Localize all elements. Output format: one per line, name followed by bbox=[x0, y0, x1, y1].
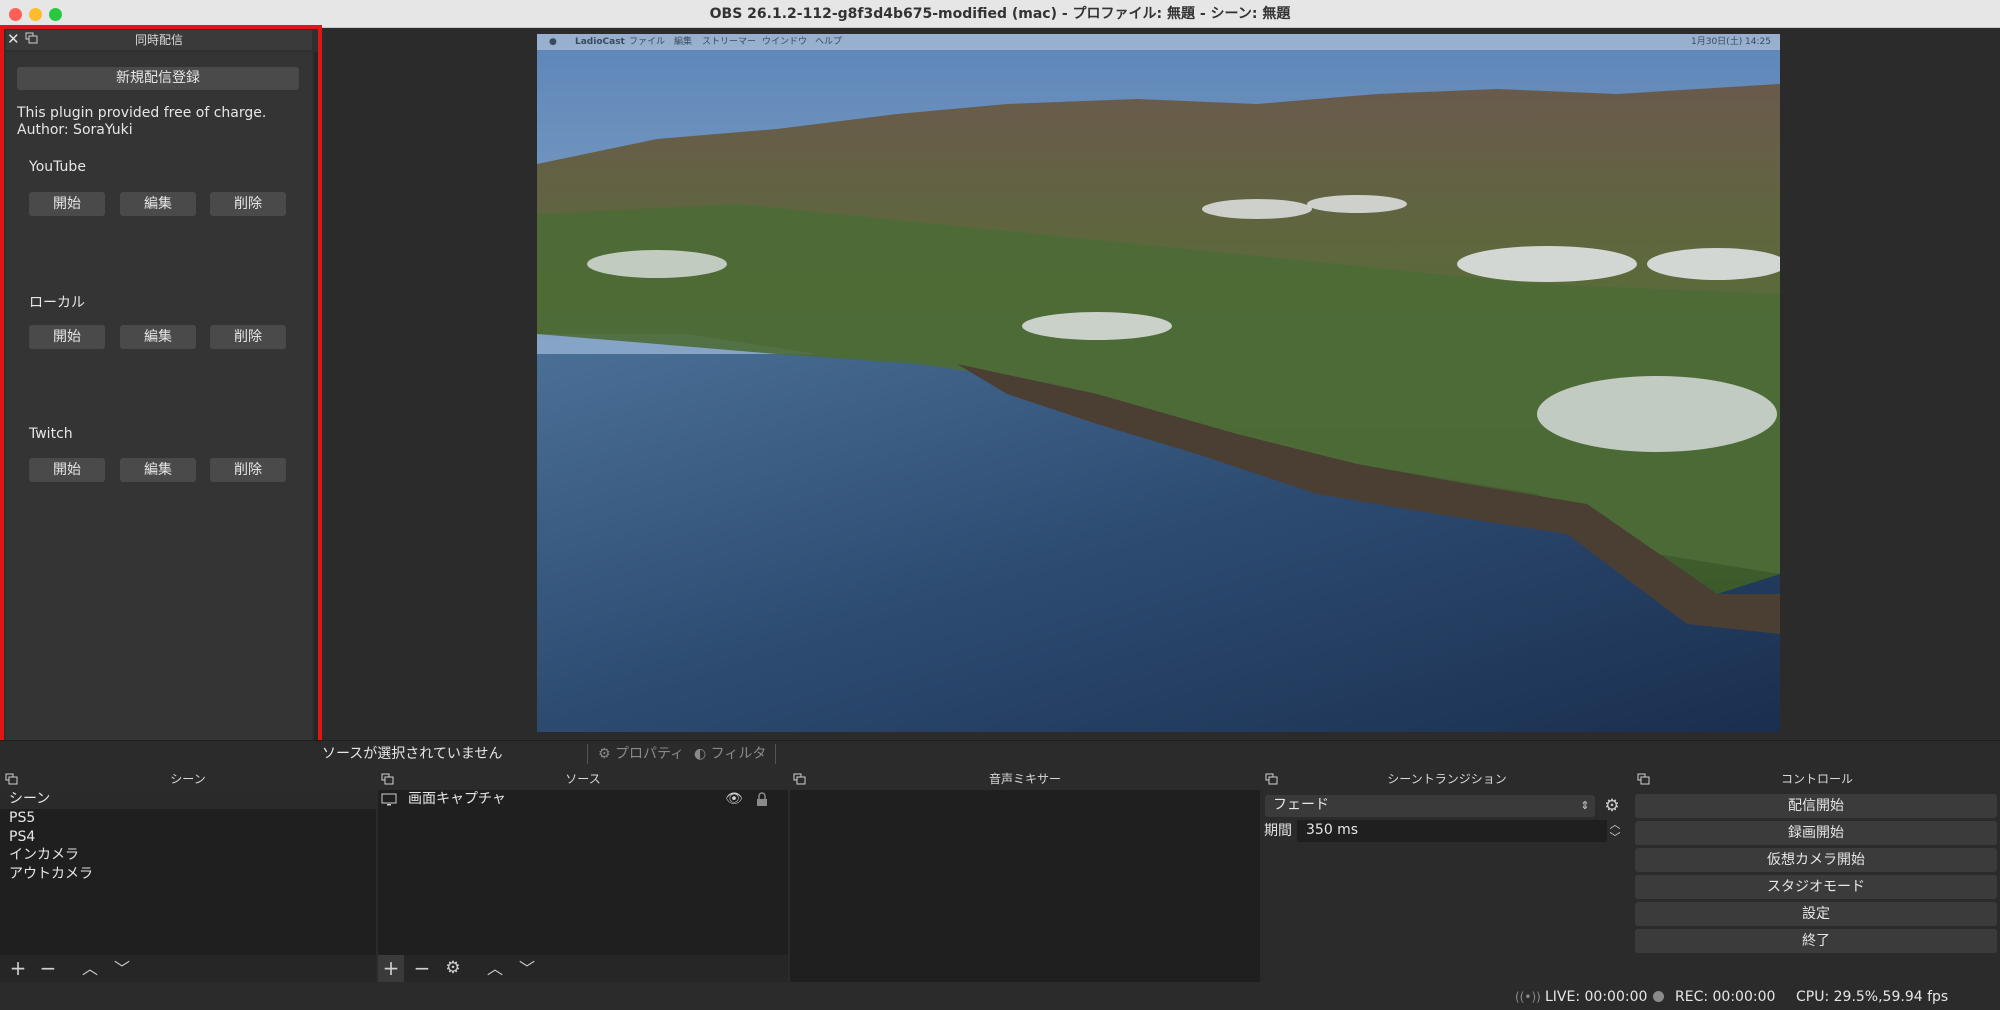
landscape-image bbox=[537, 34, 1780, 732]
exit-button[interactable]: 終了 bbox=[1635, 929, 1997, 953]
chevron-updown-icon: ⇕ bbox=[1580, 799, 1590, 812]
transitions-header: シーントランジション bbox=[1262, 770, 1632, 788]
scene-selected-highlight bbox=[0, 790, 376, 809]
start-virtual-camera-button[interactable]: 仮想カメラ開始 bbox=[1635, 848, 1997, 872]
float-dock-icon[interactable] bbox=[1265, 773, 1278, 785]
eye-icon[interactable]: 👁 bbox=[725, 790, 743, 809]
menubar-item: ヘルプ bbox=[815, 37, 843, 47]
add-icon[interactable]: + bbox=[8, 955, 28, 982]
twitch-start-button[interactable]: 開始 bbox=[29, 458, 105, 482]
source-item[interactable]: 画面キャプチャ bbox=[408, 790, 506, 809]
settings-button[interactable]: 設定 bbox=[1635, 902, 1997, 926]
move-up-icon[interactable]: ︿ bbox=[485, 955, 505, 982]
record-icon bbox=[1653, 991, 1664, 1002]
add-icon[interactable]: + bbox=[378, 955, 404, 982]
start-recording-button[interactable]: 録画開始 bbox=[1635, 821, 1997, 845]
youtube-start-button[interactable]: 開始 bbox=[29, 192, 105, 216]
preview-menubar: ● LadioCast ファイル 編集 ストリーマー ウインドウ ヘルプ 1月3… bbox=[537, 34, 1780, 50]
filters-label: フィルタ bbox=[710, 746, 767, 762]
mixer-panel bbox=[790, 790, 1260, 982]
menubar-clock: 1月30日(土) 14:25 bbox=[1691, 37, 1771, 47]
dock-scrollbar[interactable] bbox=[314, 52, 318, 762]
preview-canvas[interactable] bbox=[537, 34, 1780, 732]
remove-icon[interactable]: − bbox=[412, 955, 432, 982]
float-dock-icon[interactable] bbox=[1637, 773, 1650, 785]
target-name-local: ローカル bbox=[29, 295, 85, 311]
duration-value: 350 ms bbox=[1306, 822, 1359, 838]
gear-icon[interactable]: ⚙ bbox=[1601, 795, 1623, 817]
properties-button[interactable]: ⚙ プロパティ bbox=[598, 740, 684, 768]
menubar-item: ファイル bbox=[629, 37, 666, 47]
scene-item[interactable]: インカメラ bbox=[9, 846, 79, 865]
filter-icon: ◐ bbox=[694, 746, 707, 762]
register-stream-button[interactable]: 新規配信登録 bbox=[17, 67, 299, 90]
start-streaming-button[interactable]: 配信開始 bbox=[1635, 794, 1997, 818]
no-source-label: ソースが選択されていません bbox=[322, 746, 503, 762]
scenes-header: シーン bbox=[0, 770, 376, 788]
properties-label: プロパティ bbox=[615, 746, 685, 762]
rec-timer: REC: 00:00:00 bbox=[1675, 989, 1776, 1005]
menubar-item: ウインドウ bbox=[762, 37, 808, 47]
plugin-info-text: This plugin provided free of charge. bbox=[17, 105, 267, 121]
menubar-item: 編集 bbox=[674, 37, 693, 47]
twitch-delete-button[interactable]: 削除 bbox=[210, 458, 286, 482]
window-title: OBS 26.1.2-112-g8f3d4b675-modified (mac)… bbox=[709, 6, 1291, 22]
scenes-title: シーン bbox=[170, 772, 206, 786]
sources-title: ソース bbox=[565, 772, 601, 786]
local-start-button[interactable]: 開始 bbox=[29, 325, 105, 349]
youtube-delete-button[interactable]: 削除 bbox=[210, 192, 286, 216]
youtube-edit-button[interactable]: 編集 bbox=[120, 192, 196, 216]
transitions-title: シーントランジション bbox=[1387, 772, 1507, 786]
monitor-icon bbox=[381, 793, 397, 806]
broadcast-icon: ((•)) bbox=[1515, 990, 1541, 1004]
float-dock-icon[interactable] bbox=[381, 773, 394, 785]
scene-item[interactable]: シーン bbox=[9, 790, 50, 809]
float-dock-icon[interactable] bbox=[5, 773, 18, 785]
move-up-icon[interactable]: ︿ bbox=[80, 955, 100, 982]
plugin-author-text: Author: SoraYuki bbox=[17, 122, 133, 138]
menubar-item: ストリーマー bbox=[702, 37, 757, 47]
source-toolbar bbox=[0, 740, 2000, 768]
divider bbox=[775, 744, 776, 764]
studio-mode-button[interactable]: スタジオモード bbox=[1635, 875, 1997, 899]
move-down-icon[interactable]: ﹀ bbox=[517, 955, 537, 982]
local-delete-button[interactable]: 削除 bbox=[210, 325, 286, 349]
divider bbox=[587, 744, 588, 764]
target-name-youtube: YouTube bbox=[29, 159, 86, 175]
twitch-edit-button[interactable]: 編集 bbox=[120, 458, 196, 482]
cpu-fps: CPU: 29.5%,59.94 fps bbox=[1796, 989, 1949, 1005]
mixer-header: 音声ミキサー bbox=[790, 770, 1260, 788]
apple-icon: ● bbox=[549, 37, 557, 47]
remove-icon[interactable]: − bbox=[38, 955, 58, 982]
duration-label: 期間 bbox=[1264, 823, 1292, 839]
target-name-twitch: Twitch bbox=[29, 426, 73, 442]
local-edit-button[interactable]: 編集 bbox=[120, 325, 196, 349]
gear-icon[interactable]: ⚙ bbox=[443, 955, 463, 982]
menubar-app-name: LadioCast bbox=[575, 37, 625, 47]
controls-title: コントロール bbox=[1780, 772, 1853, 786]
sources-header: ソース bbox=[378, 770, 788, 788]
filters-button[interactable]: ◐ フィルタ bbox=[694, 740, 766, 768]
scene-item[interactable]: PS5 bbox=[9, 809, 35, 828]
move-down-icon[interactable]: ﹀ bbox=[112, 955, 132, 982]
scene-item[interactable]: アウトカメラ bbox=[9, 865, 93, 884]
controls-header: コントロール bbox=[1634, 770, 2000, 788]
live-timer: LIVE: 00:00:00 bbox=[1545, 989, 1648, 1005]
dock-title: 同時配信 bbox=[134, 33, 183, 47]
chevron-down-icon[interactable]: ﹀ bbox=[1607, 831, 1623, 844]
transition-select-value: フェード bbox=[1273, 797, 1329, 813]
float-dock-icon[interactable] bbox=[793, 773, 806, 785]
lock-icon[interactable] bbox=[755, 792, 769, 807]
gear-icon: ⚙ bbox=[598, 746, 611, 762]
sources-toolbar bbox=[378, 955, 788, 982]
scene-item[interactable]: PS4 bbox=[9, 828, 35, 847]
sources-list bbox=[378, 790, 788, 955]
chevron-up-icon[interactable]: ︿ bbox=[1607, 818, 1623, 831]
mixer-title: 音声ミキサー bbox=[988, 772, 1061, 786]
